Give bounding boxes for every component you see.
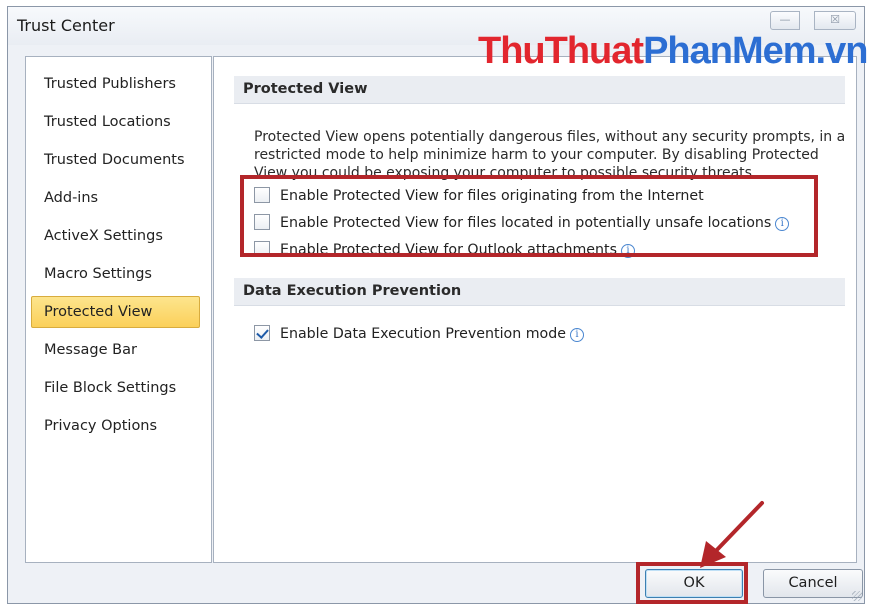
pointer-arrow-icon <box>700 501 764 568</box>
